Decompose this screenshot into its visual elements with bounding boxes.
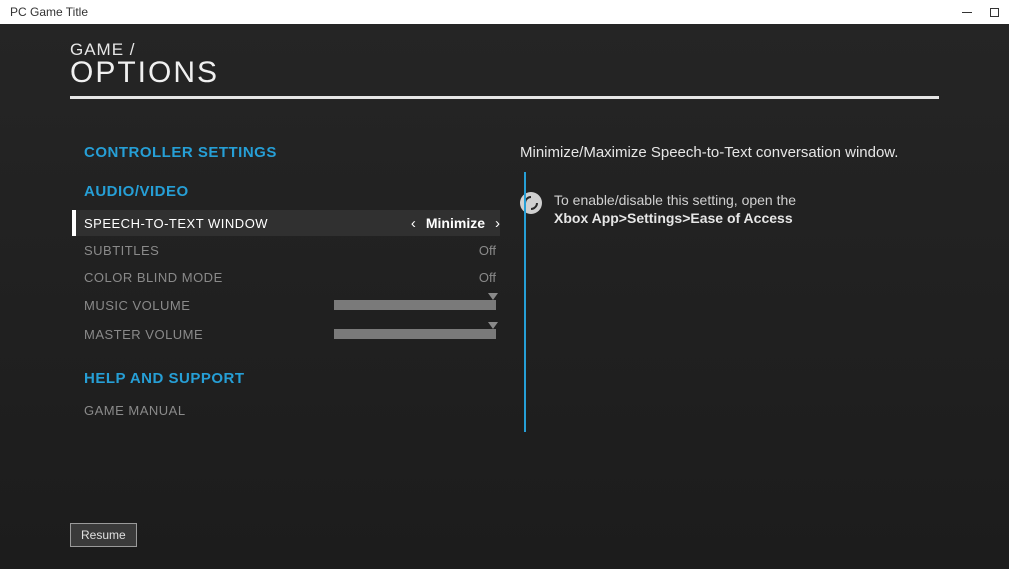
section-help-support: HELP AND SUPPORT [72, 370, 500, 387]
option-master-volume[interactable]: MASTER VOLUME [72, 320, 500, 348]
option-game-manual[interactable]: GAME MANUAL [72, 397, 500, 423]
option-value: Off [330, 243, 500, 258]
option-hint: To enable/disable this setting, open the… [520, 191, 939, 227]
option-label: MASTER VOLUME [84, 327, 334, 342]
hint-path: Xbox App>Settings>Ease of Access [554, 210, 793, 226]
slider-track[interactable] [334, 329, 496, 339]
slider-track[interactable] [334, 300, 496, 310]
app-root: GAME / OPTIONS CONTROLLER SETTINGS AUDIO… [0, 24, 1009, 569]
option-speech-to-text-window[interactable]: SPEECH-TO-TEXT WINDOW ‹ Minimize › [72, 210, 500, 236]
resume-button[interactable]: Resume [70, 523, 137, 547]
vertical-divider [524, 172, 526, 432]
volume-slider[interactable] [334, 300, 496, 310]
chevron-left-icon[interactable]: ‹ [411, 215, 416, 232]
option-description-panel: Minimize/Maximize Speech-to-Text convers… [500, 144, 939, 424]
volume-slider[interactable] [334, 329, 496, 339]
option-label: MUSIC VOLUME [84, 298, 334, 313]
option-description: Minimize/Maximize Speech-to-Text convers… [520, 144, 939, 161]
option-music-volume[interactable]: MUSIC VOLUME [72, 291, 500, 319]
option-color-blind-mode[interactable]: COLOR BLIND MODE Off [72, 264, 500, 290]
option-label: SUBTITLES [84, 243, 330, 258]
value-stepper[interactable]: ‹ Minimize › [330, 215, 500, 232]
hint-text: To enable/disable this setting, open the… [554, 191, 796, 227]
options-list: CONTROLLER SETTINGS AUDIO/VIDEO SPEECH-T… [70, 144, 500, 424]
slider-thumb-icon[interactable] [488, 293, 498, 300]
option-value: Off [330, 270, 500, 285]
section-audio-video: AUDIO/VIDEO [72, 183, 500, 200]
option-label: SPEECH-TO-TEXT WINDOW [84, 216, 330, 231]
hint-prefix: To enable/disable this setting, open the [554, 192, 796, 208]
maximize-window-icon[interactable] [990, 8, 999, 17]
option-value: Minimize [426, 215, 485, 231]
option-subtitles[interactable]: SUBTITLES Off [72, 237, 500, 263]
window-title: PC Game Title [10, 5, 88, 19]
option-label: COLOR BLIND MODE [84, 270, 330, 285]
minimize-window-icon[interactable] [962, 12, 972, 13]
option-label: GAME MANUAL [84, 403, 500, 418]
slider-thumb-icon[interactable] [488, 322, 498, 329]
title-underline [70, 96, 939, 99]
window-titlebar: PC Game Title [0, 0, 1009, 24]
section-controller-settings[interactable]: CONTROLLER SETTINGS [72, 144, 500, 161]
page-title: OPTIONS [70, 56, 939, 90]
